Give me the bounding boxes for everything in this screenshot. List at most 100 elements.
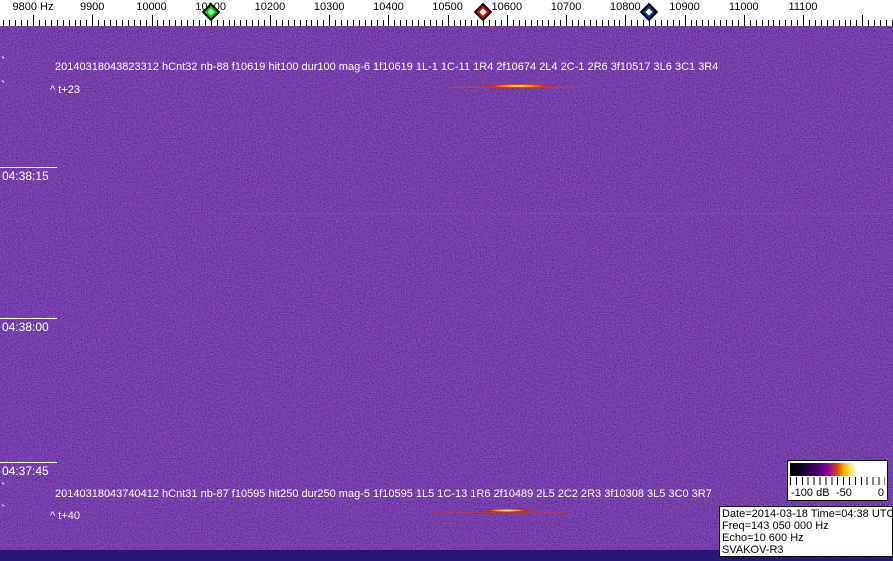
scale-tick [240,20,242,26]
scale-tick [518,20,520,26]
scale-tick [637,20,639,26]
scale-tick [524,20,526,26]
scale-tick-label: 10600 [491,1,523,13]
scale-tick [187,20,188,26]
scale-tick [672,20,674,26]
waterfall-display[interactable]: ` ` ` ` 04:38:15 04:38:00 04:37:45 20140… [0,26,893,561]
scale-tick [317,20,319,26]
scale-tick-label: 10700 [550,1,582,13]
scale-tick [714,20,716,26]
marker-center-dot [645,8,653,16]
scale-tick [566,15,568,26]
scale-tick-label: 10300 [313,1,345,13]
scale-tick [826,20,828,26]
scale-tick [844,20,846,26]
scale-tick [708,20,710,26]
scale-tick [323,20,325,26]
frequency-scale[interactable]: 9800 Hz990010000101001020010300104001050… [0,0,893,26]
scale-tick [418,20,419,26]
scale-tick [110,20,111,26]
scale-tick [127,20,129,26]
scale-tick [785,20,787,26]
scale-tick [68,20,70,26]
scale-tick [607,20,609,26]
info-date-time: Date=2014-03-18 Time=04:38 UTC [722,508,893,520]
event-edge-mark: ` [1,54,6,69]
time-label: 04:38:00 [0,318,57,334]
scale-tick [755,20,757,26]
scale-tick [625,15,627,26]
scale-tick [121,20,123,26]
info-echo-freq: Echo=10 600 Hz [722,532,804,544]
scale-tick [554,20,556,26]
scale-tick [880,20,881,26]
marker-center-dot [479,8,487,16]
scale-tick [139,20,141,26]
scale-tick-label: 10900 [669,1,700,13]
scale-tick [690,20,692,26]
scale-tick [643,20,645,26]
scale-tick [151,15,153,26]
scale-tick [27,20,29,26]
scale-tick [577,20,579,26]
scale-tick [613,20,615,26]
scale-tick [435,20,437,26]
scale-tick [459,20,461,26]
scale-tick [21,20,23,26]
scale-tick [530,20,532,26]
scale-tick [471,20,473,26]
scale-tick [814,20,816,26]
blue-diamond-marker-icon[interactable] [639,2,659,22]
scale-tick-label: 9900 [79,1,105,13]
scale-tick [287,20,289,26]
scale-tick [749,20,751,26]
scale-tick [512,20,514,26]
scale-tick [222,20,224,26]
scale-tick [9,20,11,26]
scale-tick [252,20,254,26]
scale-tick [737,20,739,26]
scale-tick [15,20,17,26]
meteor-echo-streak [476,508,538,513]
red-diamond-marker-icon[interactable] [473,2,493,22]
scale-tick [62,20,64,26]
scale-tick [465,20,467,26]
scale-tick [868,20,870,26]
meteor-echo-streak [470,83,566,89]
scale-tick [98,20,100,26]
scale-tick [631,20,633,26]
scale-tick [820,20,822,26]
scale-tick [86,20,88,26]
scale-tick [198,20,200,26]
scale-tick [743,15,745,26]
scale-tick [192,20,194,26]
scale-tick [500,20,502,26]
scale-tick [412,20,414,26]
scale-tick-label: 10500 [432,1,463,13]
scale-tick-label: 10000 [136,1,167,13]
scale-tick [696,20,698,26]
scale-tick [684,15,686,26]
event-annotation: 20140318043823312 hCnt32 nb-88 f10619 hi… [55,61,719,73]
scale-tick [264,20,265,26]
scale-tick [832,20,834,26]
scale-tick [335,20,337,26]
scale-tick [767,20,769,26]
scale-tick [483,20,485,26]
scale-tick [346,20,348,26]
scale-tick [477,20,479,26]
faint-signal-line [0,219,893,220]
scale-tick [56,20,58,26]
db-gradient-bar [790,463,885,476]
scale-tick [169,20,171,26]
scale-tick [44,20,46,26]
scale-tick [601,20,603,26]
scale-tick [595,20,597,26]
scale-tick [874,20,876,26]
scale-tick [104,20,106,26]
scale-tick [74,20,76,26]
scale-tick [157,20,159,26]
scale-tick [678,20,680,26]
scale-tick [560,20,562,26]
scale-tick [181,20,183,26]
